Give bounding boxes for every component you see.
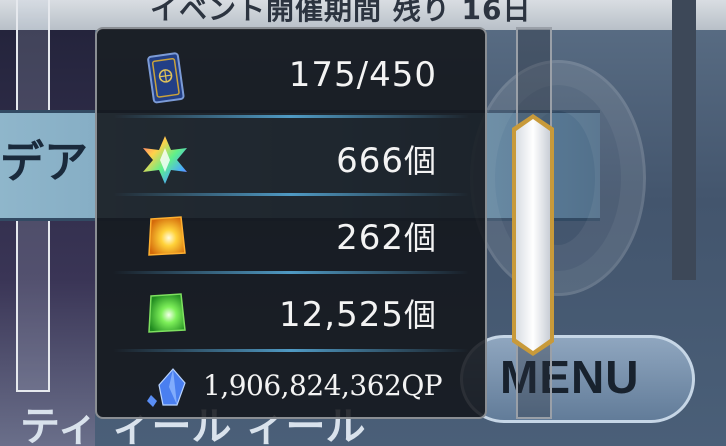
scrollbar-thumb[interactable] [508, 112, 558, 358]
item-row-tickets: 175/450 [97, 39, 485, 115]
row-divider [113, 349, 469, 352]
item-row-green-cube: 12,525個 [97, 274, 485, 350]
item-count-value: 262個 [336, 218, 437, 258]
item-row-gold-cube: 262個 [97, 197, 485, 273]
gold-cube-icon [137, 209, 193, 265]
row-divider [113, 193, 469, 196]
qp-row: 1,906,824,362QP [97, 357, 485, 417]
row-divider [113, 115, 469, 118]
item-row-star: 666個 [97, 120, 485, 196]
event-period-text: イベント開催期間 残り 16日 [150, 0, 532, 26]
item-count-value: 12,525個 [279, 295, 437, 335]
blue-crystal-icon [143, 365, 191, 413]
banner-text: デア [0, 137, 88, 188]
rose-emblem-icon [470, 60, 646, 296]
qp-value: 1,906,824,362QP [203, 369, 443, 402]
green-cube-icon [137, 286, 193, 342]
rainbow-star-icon [137, 132, 193, 188]
ticket-card-icon [137, 51, 193, 107]
item-count-value: 175/450 [288, 55, 437, 95]
background-right-strip [672, 0, 696, 280]
item-count-panel: 175/450 666個 262個 12,525個 1,906,824,362Q… [95, 27, 487, 419]
item-count-value: 666個 [336, 141, 437, 181]
